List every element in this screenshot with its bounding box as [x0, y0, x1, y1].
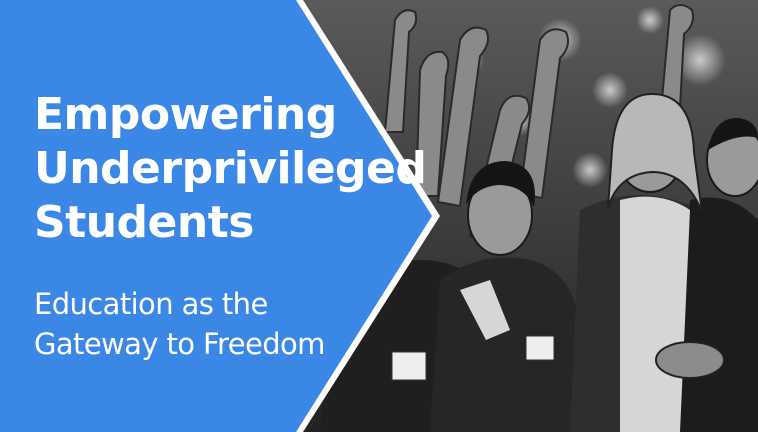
subhead-line-1: Education as the [34, 287, 268, 321]
headline: Empowering Underprivileged Students [34, 88, 427, 250]
headline-line-3: Students [34, 197, 254, 248]
subhead-line-2: Gateway to Freedom [34, 327, 325, 361]
hero-banner: Empowering Underprivileged Students Educ… [0, 0, 758, 432]
subheadline: Education as the Gateway to Freedom [34, 284, 364, 364]
headline-line-2: Underprivileged [34, 143, 427, 194]
headline-line-1: Empowering [34, 89, 337, 140]
